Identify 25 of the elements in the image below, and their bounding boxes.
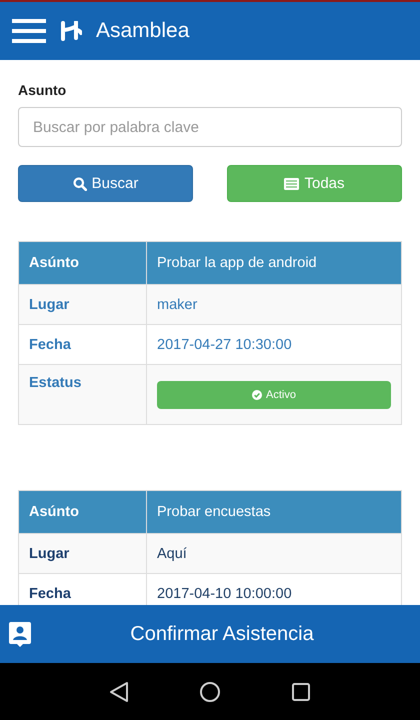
status-badge: Activo xyxy=(157,381,391,409)
search-button[interactable]: Buscar xyxy=(18,165,193,202)
contact-icon xyxy=(9,622,31,648)
show-all-button[interactable]: Todas xyxy=(227,165,402,202)
menu-icon[interactable] xyxy=(12,19,46,43)
table-header-cell: Asúnto xyxy=(18,490,146,534)
table-header-cell: Probar encuestas xyxy=(146,490,402,534)
row-label: Lugar xyxy=(18,534,146,574)
back-icon[interactable] xyxy=(109,680,129,702)
logo-icon xyxy=(60,21,82,41)
row-label: Lugar xyxy=(18,284,146,324)
table-cell: maker xyxy=(146,284,402,324)
field-label: Asunto xyxy=(18,82,66,98)
row-label: Estatus xyxy=(18,364,146,424)
check-circle-icon xyxy=(252,390,262,400)
app-title: Asamblea xyxy=(96,19,190,43)
table-header-cell: Probar la app de android xyxy=(146,242,402,284)
recents-icon[interactable] xyxy=(291,682,311,702)
search-field[interactable]: Buscar por palabra clave xyxy=(18,107,402,147)
confirm-attendance-button[interactable]: Confirmar Asistencia xyxy=(0,605,420,663)
table-header-cell: Asúnto xyxy=(18,242,146,284)
search-icon xyxy=(72,176,87,190)
list-icon xyxy=(284,178,300,190)
home-icon[interactable] xyxy=(199,680,221,702)
table-cell: Aquí xyxy=(146,534,402,574)
